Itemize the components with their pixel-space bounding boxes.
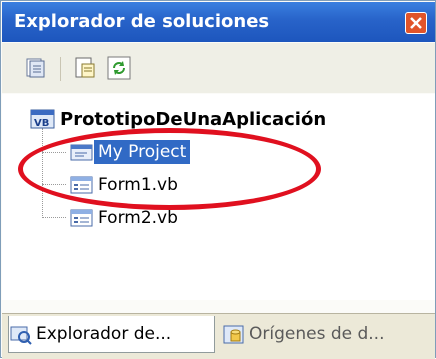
- properties-button[interactable]: [72, 55, 98, 81]
- tab-data-sources[interactable]: Orígenes de d...: [222, 316, 427, 352]
- show-all-files-icon: [26, 58, 45, 78]
- solution-explorer-window: Explorador de soluciones VB PrototipoDeU…: [0, 0, 436, 359]
- show-all-files-button[interactable]: [24, 55, 50, 81]
- form-icon: [70, 209, 93, 227]
- solution-explorer-icon: [10, 326, 32, 345]
- refresh-button[interactable]: [106, 55, 132, 81]
- panel-tabs: Explorador de... Orígenes de d...: [2, 313, 435, 359]
- close-button[interactable]: [405, 12, 427, 34]
- toolbar: [2, 43, 435, 93]
- refresh-icon: [107, 56, 131, 80]
- tab-solution-explorer[interactable]: Explorador de...: [8, 316, 215, 353]
- annotation-ellipse: [18, 128, 321, 210]
- vb-solution-icon: VB: [30, 109, 55, 129]
- svg-text:VB: VB: [34, 118, 49, 129]
- title-bar: Explorador de soluciones: [2, 2, 435, 42]
- properties-icon: [75, 57, 95, 78]
- tab-label: Explorador de...: [36, 324, 172, 344]
- window-title: Explorador de soluciones: [14, 11, 270, 32]
- tab-label: Orígenes de d...: [249, 324, 385, 344]
- close-icon: [410, 17, 422, 29]
- data-sources-icon: [223, 325, 244, 344]
